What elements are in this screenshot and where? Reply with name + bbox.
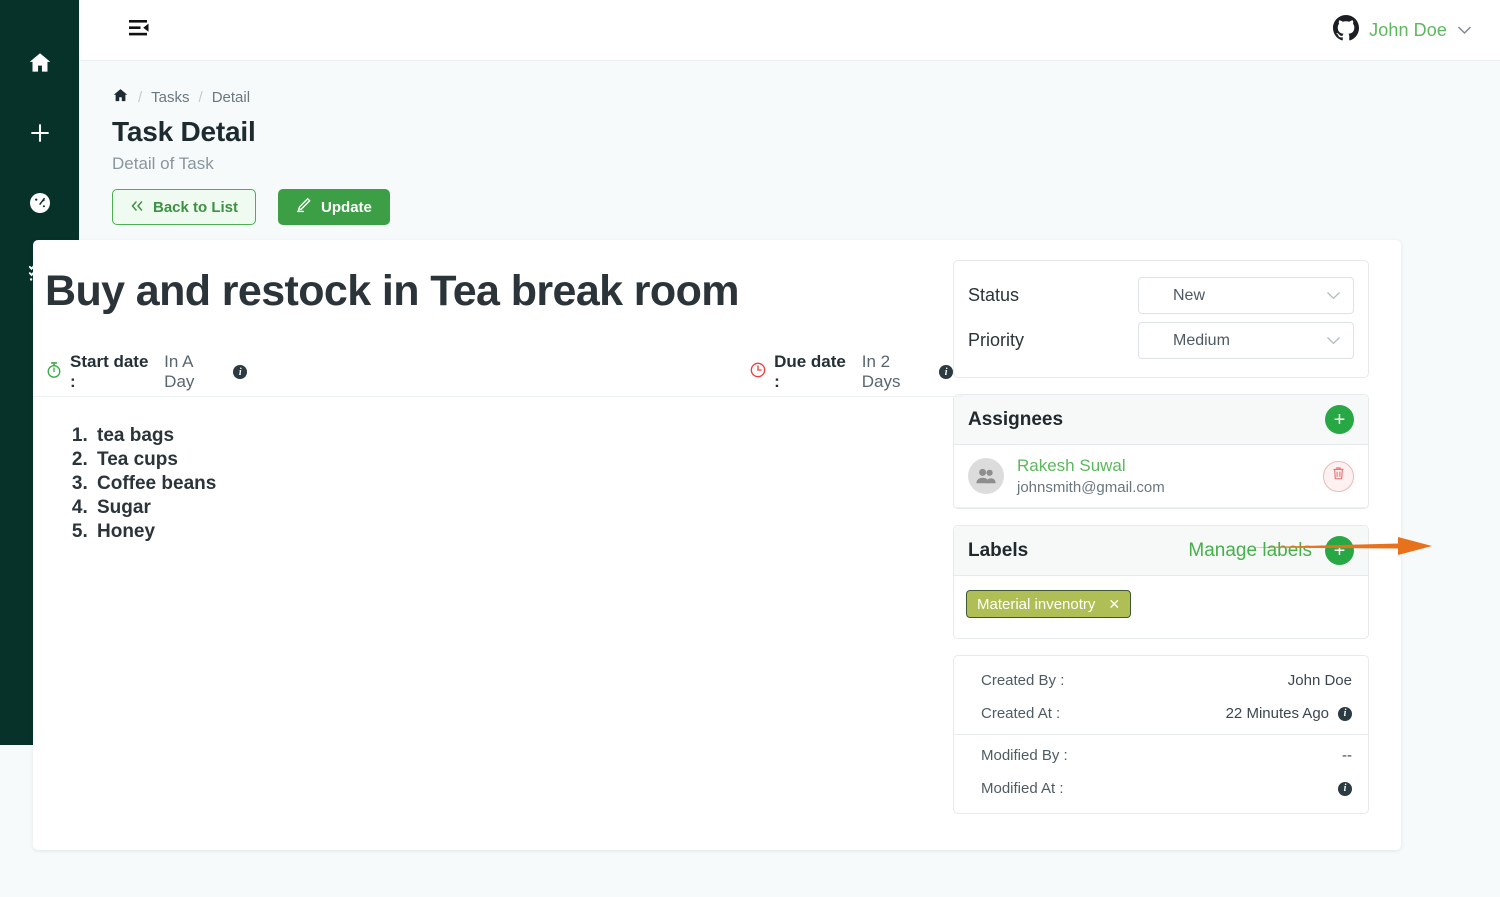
action-bar: Back to List Update (112, 189, 1500, 225)
meta-key: Modified At : (981, 780, 1064, 797)
breadcrumb-home-icon[interactable] (112, 87, 129, 108)
sidebar-item-add[interactable] (0, 98, 79, 168)
status-label: Status (968, 285, 1020, 305)
task-side-column: Status New Priority Medium Assignees + R… (953, 240, 1391, 850)
due-date-label: Due date : (774, 352, 846, 391)
start-date-block: Start date : In A Day i (45, 352, 248, 392)
meta-row-created-by: Created By : John Doe (954, 664, 1368, 697)
chevron-down-icon (1326, 332, 1341, 350)
label-chip[interactable]: Material invenotry ✕ (966, 590, 1132, 618)
list-item: Sugar (93, 496, 963, 520)
assignees-title: Assignees (968, 408, 1064, 430)
task-fields-panel: Status New Priority Medium (953, 260, 1369, 378)
meta-row-modified-by: Modified By : -- (954, 739, 1368, 772)
gauge-icon (28, 191, 52, 215)
meta-key: Created By : (981, 672, 1065, 689)
github-logo-icon (1333, 14, 1360, 46)
user-account-menu[interactable]: John Doe (1333, 14, 1472, 46)
back-to-list-label: Back to List (153, 198, 239, 216)
breadcrumb-separator: / (138, 89, 143, 106)
clock-icon (749, 361, 767, 384)
meta-value: 22 Minutes Ago (1225, 705, 1329, 722)
task-main-column: Buy and restock in Tea break room Start … (33, 240, 963, 850)
task-title: Buy and restock in Tea break room (45, 267, 740, 315)
status-select[interactable]: New (1138, 277, 1354, 314)
breadcrumb-item-tasks[interactable]: Tasks (151, 89, 189, 106)
add-label-button[interactable]: + (1325, 536, 1354, 565)
breadcrumb-separator: / (198, 89, 203, 106)
meta-divider (954, 734, 1368, 735)
meta-value: -- (1342, 747, 1352, 764)
add-assignee-button[interactable]: + (1325, 405, 1354, 434)
close-icon[interactable]: ✕ (1108, 596, 1120, 613)
sidebar-item-dashboard[interactable] (0, 168, 79, 238)
start-date-label: Start date : (70, 352, 149, 391)
labels-panel: Labels Manage labels + Material invenotr… (953, 525, 1369, 639)
top-header-bar: John Doe (79, 0, 1500, 61)
page-subtitle: Detail of Task (112, 154, 214, 173)
start-date-info-icon[interactable]: i (233, 365, 248, 379)
chevron-down-icon (1457, 22, 1472, 40)
modified-at-info-icon[interactable]: i (1338, 781, 1352, 796)
back-to-list-button[interactable]: Back to List (112, 189, 257, 225)
assignee-row: Rakesh Suwal johnsmith@gmail.com (954, 445, 1368, 508)
meta-row-created-at: Created At : 22 Minutes Ago i (954, 697, 1368, 730)
user-name-label: John Doe (1369, 19, 1447, 40)
breadcrumb: / Tasks / Detail (112, 87, 1500, 108)
home-icon (27, 50, 53, 76)
trash-icon (1331, 466, 1346, 486)
due-date-value: In 2 Days (861, 352, 901, 391)
double-chevron-left-icon (130, 199, 144, 216)
update-label: Update (321, 198, 372, 216)
due-date-block: Due date : In 2 Days i (749, 352, 954, 392)
priority-select[interactable]: Medium (1138, 322, 1354, 359)
task-detail-card: Buy and restock in Tea break room Start … (33, 240, 1401, 850)
assignees-panel-header: Assignees + (954, 395, 1368, 445)
priority-field-row: Priority Medium (968, 318, 1354, 363)
task-dates-row: Start date : In A Day i Due date : In 2 … (33, 348, 963, 397)
meta-key: Created At : (981, 705, 1061, 722)
due-date-info-icon[interactable]: i (939, 365, 954, 379)
labels-title: Labels (968, 539, 1029, 561)
update-button[interactable]: Update (278, 189, 390, 225)
meta-row-modified-at: Modified At : i (954, 772, 1368, 805)
list-item: tea bags (93, 424, 963, 448)
menu-fold-button[interactable] (126, 16, 154, 44)
assignee-name[interactable]: Rakesh Suwal (1017, 456, 1165, 476)
manage-labels-link[interactable]: Manage labels (1188, 540, 1312, 562)
meta-key: Modified By : (981, 747, 1068, 764)
assignee-email: johnsmith@gmail.com (1017, 479, 1165, 496)
priority-label: Priority (968, 330, 1025, 350)
list-item: Tea cups (93, 448, 963, 472)
remove-assignee-button[interactable] (1323, 460, 1354, 492)
task-meta-panel: Created By : John Doe Created At : 22 Mi… (953, 655, 1369, 814)
priority-value: Medium (1173, 331, 1230, 349)
labels-panel-header: Labels Manage labels + (954, 526, 1368, 576)
status-field-row: Status New (968, 273, 1354, 318)
assignees-panel: Assignees + Rakesh Suwal johnsmith@gmail… (953, 394, 1369, 509)
status-value: New (1173, 286, 1206, 304)
page-title: Task Detail (112, 116, 256, 147)
start-date-value: In A Day (164, 352, 195, 391)
list-item: Honey (93, 520, 963, 544)
avatar (968, 458, 1004, 494)
plus-icon (27, 120, 53, 146)
menu-fold-icon (128, 17, 153, 44)
pencil-icon (296, 197, 312, 217)
task-description-list: tea bags Tea cups Coffee beans Sugar Hon… (73, 424, 963, 544)
meta-value: John Doe (1287, 672, 1352, 689)
sidebar-item-home[interactable] (0, 28, 79, 98)
list-item: Coffee beans (93, 472, 963, 496)
stopwatch-icon (45, 361, 63, 384)
created-at-info-icon[interactable]: i (1338, 706, 1352, 721)
label-chip-text: Material invenotry (977, 595, 1096, 613)
chevron-down-icon (1326, 287, 1341, 305)
labels-list: Material invenotry ✕ (954, 576, 1368, 638)
breadcrumb-item-detail[interactable]: Detail (212, 89, 250, 106)
